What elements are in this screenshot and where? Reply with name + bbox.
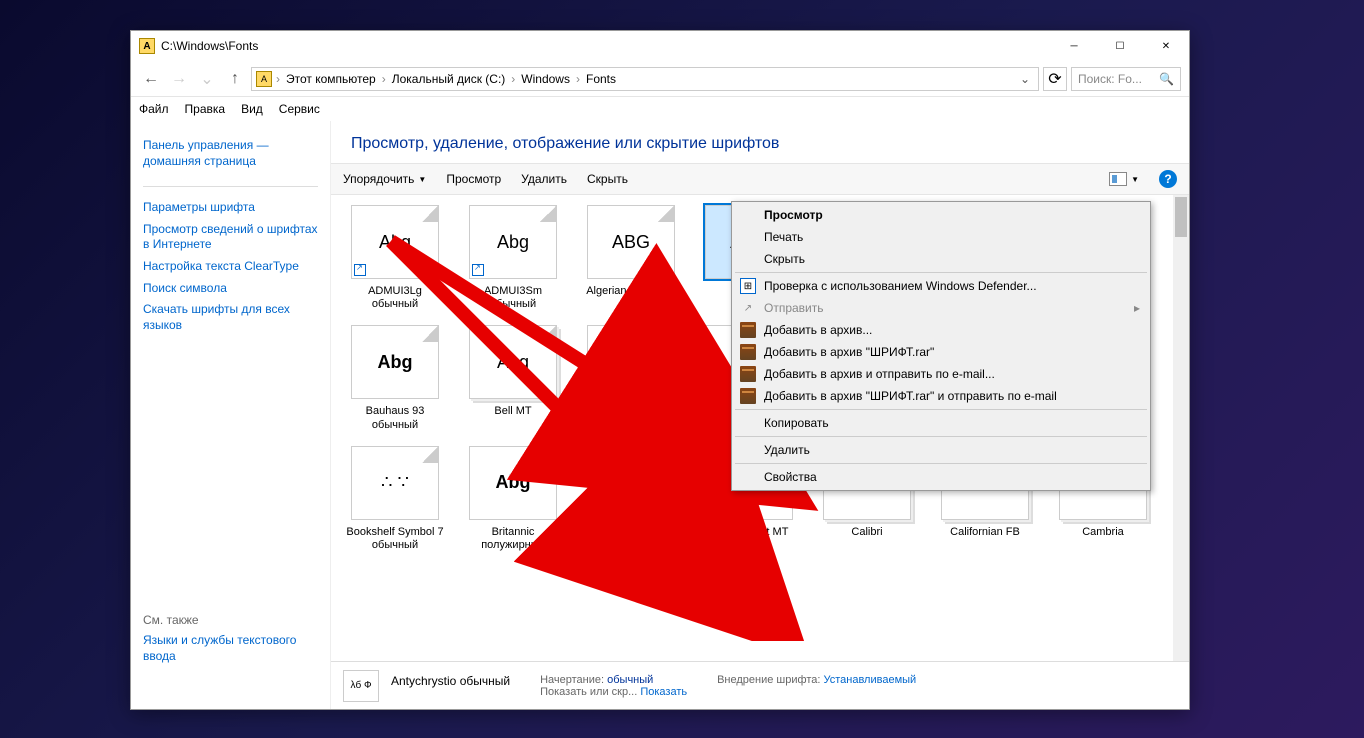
context-menu-item[interactable]: Добавить в архив "ШРИФТ.rar" bbox=[734, 341, 1148, 363]
status-thumb: λб Ф bbox=[343, 670, 379, 702]
send-icon: ↗ bbox=[740, 300, 756, 316]
forward-button[interactable]: → bbox=[167, 67, 191, 91]
context-menu-item[interactable]: Удалить bbox=[734, 439, 1148, 461]
context-menu-item[interactable]: Добавить в архив... bbox=[734, 319, 1148, 341]
sidebar-link[interactable]: Просмотр сведений о шрифтах в Интернете bbox=[143, 219, 318, 256]
font-item[interactable]: AbgADMUI3Sm обычный bbox=[463, 205, 563, 311]
rar-icon bbox=[740, 388, 756, 404]
font-item[interactable]: AbgBe bbox=[581, 325, 681, 431]
menu-view[interactable]: Вид bbox=[241, 102, 263, 116]
view-options-button[interactable]: ▼ bbox=[1109, 172, 1139, 186]
recent-dropdown[interactable]: ⌄ bbox=[195, 67, 219, 91]
font-item[interactable]: AbgBroadway обычный bbox=[581, 446, 681, 552]
menu-edit[interactable]: Правка bbox=[185, 102, 226, 116]
statusbar: λб Ф Antychrystio обычный Начертание: об… bbox=[331, 661, 1189, 709]
status-font-name: Antychrystio обычный bbox=[391, 674, 510, 688]
help-icon[interactable]: ? bbox=[1159, 170, 1177, 188]
rar-icon bbox=[740, 366, 756, 382]
sidebar-link[interactable]: Скачать шрифты для всех языков bbox=[143, 299, 318, 336]
fonts-folder-icon: A bbox=[139, 38, 155, 54]
context-menu-item[interactable]: Копировать bbox=[734, 412, 1148, 434]
explorer-window: A C:\Windows\Fonts ─ ☐ ✕ ← → ⌄ ↑ A › Это… bbox=[130, 30, 1190, 710]
context-menu-item[interactable]: Скрыть bbox=[734, 248, 1148, 270]
context-menu-item[interactable]: ⊞Проверка с использованием Windows Defen… bbox=[734, 275, 1148, 297]
body: Панель управления — домашняя страница Па… bbox=[131, 121, 1189, 709]
maximize-button[interactable]: ☐ bbox=[1097, 31, 1143, 61]
font-item[interactable]: ∴ ∵Bookshelf Symbol 7 обычный bbox=[345, 446, 445, 552]
toolbar: Упорядочить ▼ Просмотр Удалить Скрыть ▼ … bbox=[331, 163, 1189, 195]
back-button[interactable]: ← bbox=[139, 67, 163, 91]
menubar: Файл Правка Вид Сервис bbox=[131, 97, 1189, 121]
breadcrumb-item[interactable]: Fonts bbox=[584, 72, 618, 86]
breadcrumb-item[interactable]: Локальный диск (C:) bbox=[390, 72, 508, 86]
font-item[interactable]: AbgADMUI3Lg обычный bbox=[345, 205, 445, 311]
breadcrumb-item[interactable]: Этот компьютер bbox=[284, 72, 378, 86]
organize-button[interactable]: Упорядочить ▼ bbox=[343, 172, 426, 186]
menu-tools[interactable]: Сервис bbox=[279, 102, 320, 116]
navbar: ← → ⌄ ↑ A › Этот компьютер › Локальный д… bbox=[131, 61, 1189, 97]
fonts-folder-icon: A bbox=[256, 71, 272, 87]
refresh-button[interactable]: ⟳ bbox=[1043, 67, 1067, 91]
close-button[interactable]: ✕ bbox=[1143, 31, 1189, 61]
preview-button[interactable]: Просмотр bbox=[446, 172, 501, 186]
search-input[interactable]: Поиск: Fo... 🔍 bbox=[1071, 67, 1181, 91]
sidebar-home-link[interactable]: Панель управления — домашняя страница bbox=[143, 135, 318, 172]
context-menu-item[interactable]: Просмотр bbox=[734, 204, 1148, 226]
address-dropdown-icon[interactable]: ⌄ bbox=[1016, 72, 1034, 86]
context-menu-item[interactable]: ↗Отправить▸ bbox=[734, 297, 1148, 319]
titlebar: A C:\Windows\Fonts ─ ☐ ✕ bbox=[131, 31, 1189, 61]
scroll-thumb[interactable] bbox=[1175, 197, 1187, 237]
search-icon: 🔍 bbox=[1159, 72, 1174, 86]
window-title: C:\Windows\Fonts bbox=[161, 39, 1051, 53]
delete-button[interactable]: Удалить bbox=[521, 172, 567, 186]
font-item[interactable]: ABGAlgerian обычный bbox=[581, 205, 681, 311]
font-item[interactable]: AbgBritannic полужирный bbox=[463, 446, 563, 552]
page-title: Просмотр, удаление, отображение или скры… bbox=[331, 121, 1189, 163]
sidebar-link[interactable]: Языки и службы текстового ввода bbox=[143, 630, 318, 667]
breadcrumb-item[interactable]: Windows bbox=[519, 72, 572, 86]
window-controls: ─ ☐ ✕ bbox=[1051, 31, 1189, 61]
menu-file[interactable]: Файл bbox=[139, 102, 169, 116]
sidebar-link[interactable]: Настройка текста ClearType bbox=[143, 256, 318, 278]
search-placeholder: Поиск: Fo... bbox=[1078, 72, 1142, 86]
sidebar-link[interactable]: Параметры шрифта bbox=[143, 197, 318, 219]
context-menu-item[interactable]: Печать bbox=[734, 226, 1148, 248]
sidebar-link[interactable]: Поиск символа bbox=[143, 278, 318, 300]
font-item[interactable]: AbgBauhaus 93 обычный bbox=[345, 325, 445, 431]
context-menu-item[interactable]: Добавить в архив "ШРИФТ.rar" и отправить… bbox=[734, 385, 1148, 407]
context-menu: ПросмотрПечатьСкрыть ⊞Проверка с использо… bbox=[731, 201, 1151, 491]
minimize-button[interactable]: ─ bbox=[1051, 31, 1097, 61]
seealso-label: См. также bbox=[143, 610, 318, 630]
up-button[interactable]: ↑ bbox=[223, 67, 247, 91]
rar-icon bbox=[740, 322, 756, 338]
context-menu-item[interactable]: Свойства bbox=[734, 466, 1148, 488]
hide-button[interactable]: Скрыть bbox=[587, 172, 628, 186]
context-menu-item[interactable]: Добавить в архив и отправить по e-mail..… bbox=[734, 363, 1148, 385]
sidebar: Панель управления — домашняя страница Па… bbox=[131, 121, 331, 709]
shield-icon: ⊞ bbox=[740, 278, 756, 294]
main-panel: Просмотр, удаление, отображение или скры… bbox=[331, 121, 1189, 709]
address-bar[interactable]: A › Этот компьютер › Локальный диск (C:)… bbox=[251, 67, 1039, 91]
rar-icon bbox=[740, 344, 756, 360]
scrollbar[interactable] bbox=[1173, 195, 1189, 661]
font-item[interactable]: AbgBell MT bbox=[463, 325, 563, 431]
